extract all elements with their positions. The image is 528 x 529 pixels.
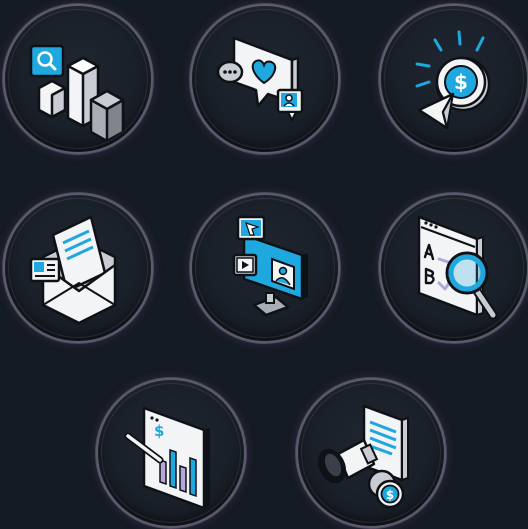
badge-paid-promotion[interactable]: $: [298, 380, 444, 526]
badge-email-marketing[interactable]: [5, 195, 151, 341]
svg-text:$: $: [154, 422, 164, 440]
social-engagement-icon: [216, 36, 304, 123]
badge-click-to-pay[interactable]: $: [381, 6, 527, 152]
analytics-search-icon: [29, 44, 125, 143]
svg-text:$: $: [454, 70, 468, 94]
click-to-pay-icon: $: [415, 30, 491, 130]
badge-ab-testing[interactable]: [381, 195, 527, 341]
badge-display-advertising[interactable]: [192, 195, 338, 341]
paid-promotion-icon: $: [317, 404, 409, 509]
ab-testing-icon: [417, 215, 498, 320]
badge-sales-report[interactable]: $: [98, 380, 244, 526]
badge-analytics-search[interactable]: [5, 6, 151, 152]
badge-social-engagement[interactable]: [192, 6, 338, 152]
display-advertising-icon: [232, 215, 308, 317]
sales-report-icon: $: [124, 406, 210, 510]
email-marketing-icon: [29, 215, 117, 325]
svg-text:$: $: [386, 488, 394, 502]
